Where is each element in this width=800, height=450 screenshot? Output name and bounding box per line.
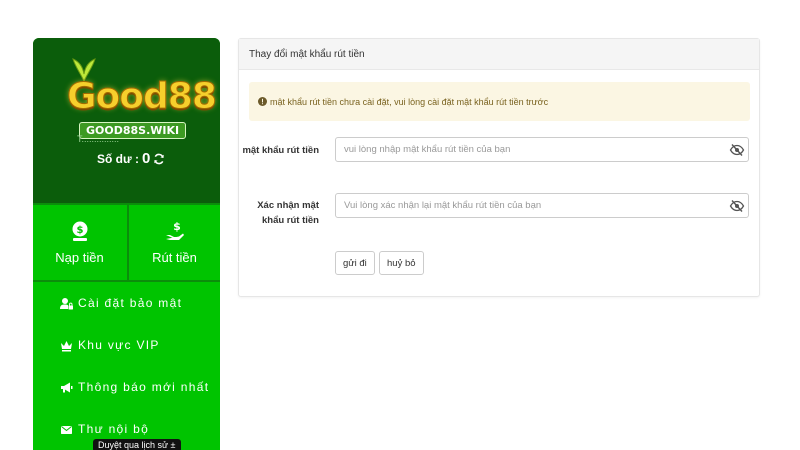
deposit-button[interactable]: $ Nạp tiền xyxy=(33,205,126,280)
money-bag-icon: $ xyxy=(72,221,87,241)
sidebar-item-notifications[interactable]: Thông báo mới nhất xyxy=(33,366,220,408)
withdraw-label: Rút tiền xyxy=(152,250,197,265)
user-lock-icon xyxy=(60,297,73,309)
sidebar-item-security[interactable]: Cài đặt bảo mật xyxy=(33,282,220,324)
megaphone-icon xyxy=(61,382,73,392)
svg-text:$: $ xyxy=(173,220,181,233)
balance: Số dư : 0 xyxy=(97,150,165,167)
deposit-label: Nạp tiền xyxy=(55,250,104,265)
logo-text: Good88 xyxy=(67,76,218,118)
sidebar-item-vip[interactable]: Khu vực VIP xyxy=(33,324,220,366)
eye-slash-icon[interactable] xyxy=(729,142,745,158)
eye-slash-icon[interactable] xyxy=(729,198,745,214)
panel-title: Thay đổi mật khẩu rút tiền xyxy=(239,39,759,70)
confirm-password-input[interactable] xyxy=(344,200,729,211)
envelope-icon xyxy=(61,425,72,434)
sidebar-item-label: Thư nội bộ xyxy=(78,422,150,436)
balance-label: Số dư : xyxy=(97,151,140,166)
sidebar: Good88 GOOD88S.WIKI T............... Số … xyxy=(33,38,220,450)
confirm-password-label: Xác nhận mật khẩu rút tiền xyxy=(257,200,319,226)
password-input[interactable] xyxy=(344,144,729,155)
alert-text: mật khẩu rút tiền chưa cài đặt, vui lòng… xyxy=(270,96,549,107)
change-withdraw-password-panel: Thay đổi mật khẩu rút tiền mật khẩu rút … xyxy=(238,38,760,297)
cancel-button[interactable]: huỷ bỏ xyxy=(379,251,424,275)
history-tooltip: Duyệt qua lịch sử ± xyxy=(93,439,181,450)
exclamation-circle-icon xyxy=(258,97,267,106)
sidebar-header: Good88 GOOD88S.WIKI T............... Số … xyxy=(33,38,220,203)
password-field[interactable] xyxy=(335,137,749,162)
sidebar-menu: Cài đặt bảo mật Khu vực VIP Thông báo mớ… xyxy=(33,282,220,450)
refresh-icon[interactable] xyxy=(153,153,165,165)
submit-button[interactable]: gửi đi xyxy=(335,251,375,275)
balance-value: 0 xyxy=(142,150,151,167)
wallet-actions: $ Nạp tiền $ Rút tiền xyxy=(33,205,220,280)
confirm-password-field[interactable] xyxy=(335,193,749,218)
sidebar-item-label: Thông báo mới nhất xyxy=(78,380,210,394)
hand-money-icon: $ xyxy=(165,220,184,240)
withdraw-button[interactable]: $ Rút tiền xyxy=(127,205,220,280)
warning-alert: mật khẩu rút tiền chưa cài đặt, vui lòng… xyxy=(249,82,750,121)
username: T............... xyxy=(77,134,120,144)
crown-icon xyxy=(61,340,72,351)
svg-text:$: $ xyxy=(76,225,83,236)
password-label: mật khẩu rút tiền xyxy=(242,145,319,156)
sidebar-item-label: Khu vực VIP xyxy=(78,338,160,352)
sidebar-item-label: Cài đặt bảo mật xyxy=(78,296,183,310)
